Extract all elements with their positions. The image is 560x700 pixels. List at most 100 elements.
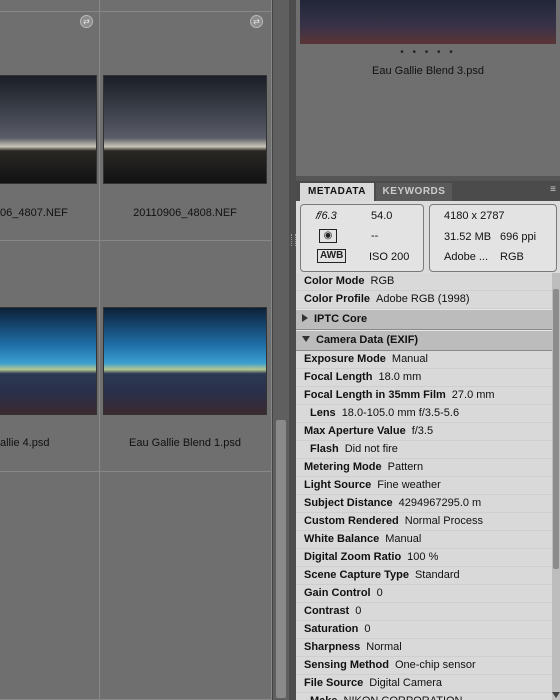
thumbnail-image[interactable] xyxy=(0,76,96,183)
metadata-value: One-chip sensor xyxy=(394,659,476,671)
metadata-row: Focal Length in 35mm Film 27.0 mm xyxy=(296,387,552,405)
grid-cell[interactable] xyxy=(0,472,100,700)
metadata-row: Focal Length 18.0 mm xyxy=(296,369,552,387)
preview-image[interactable] xyxy=(300,0,556,44)
exposure-compensation: -- xyxy=(371,230,379,242)
metadata-key: Subject Distance xyxy=(304,497,393,509)
metadata-key: White Balance xyxy=(304,533,380,545)
metadata-value: Normal Process xyxy=(404,515,483,527)
metadata-row: Lens 18.0-105.0 mm f/3.5-5.6 xyxy=(296,405,552,423)
metadata-scrollbar[interactable] xyxy=(552,273,560,700)
section-camera-data[interactable]: Camera Data (EXIF) xyxy=(296,330,552,351)
file-info-box: 4180 x 2787 31.52 MB 696 ppi Adobe ... R… xyxy=(429,204,557,272)
metadata-key: Focal Length xyxy=(304,371,373,383)
panel-menu-icon[interactable]: ≡ xyxy=(550,184,556,195)
thumbnail-cell[interactable]: Eau Gallie Blend 1.psd xyxy=(100,241,272,472)
metadata-row: MakeNIKON CORPORATION xyxy=(296,693,552,700)
metadata-key: Exposure Mode xyxy=(304,353,386,365)
section-iptc-core[interactable]: IPTC Core xyxy=(296,309,552,330)
tab-metadata[interactable]: METADATA xyxy=(300,183,374,201)
metadata-key: Custom Rendered xyxy=(304,515,399,527)
shutter-value: 54.0 xyxy=(371,210,393,222)
thumbnail-cell[interactable]: 20110906_4808.NEF xyxy=(100,12,272,241)
tab-keywords[interactable]: KEYWORDS xyxy=(376,183,452,201)
metadata-row: Exposure Mode Manual xyxy=(296,351,552,369)
preview-panel: • • • • • Eau Gallie Blend 3.psd xyxy=(296,0,560,176)
metadata-value: Digital Camera xyxy=(369,677,443,689)
metadata-value: Standard xyxy=(414,569,460,581)
metadata-key: Focal Length in 35mm Film xyxy=(304,389,446,401)
metadata-value: f/3.5 xyxy=(411,425,434,437)
dimensions: 4180 x 2787 xyxy=(444,210,505,222)
file-size: 31.52 MB xyxy=(444,231,492,243)
metadata-key: Lens xyxy=(310,407,336,419)
metadata-row: Scene Capture Type Standard xyxy=(296,567,552,585)
metadata-value: Did not fire xyxy=(344,443,398,455)
metadata-row: Flash Did not fire xyxy=(296,441,552,459)
aperture-value: 𝑓/6.3 xyxy=(315,210,337,222)
metadata-row: Max Aperture Value f/3.5 xyxy=(296,423,552,441)
white-balance-icon: AWB xyxy=(317,249,347,263)
resolution: 696 ppi xyxy=(500,231,537,243)
thumbnail-filename: allie 4.psd xyxy=(0,437,50,449)
metadata-value: NIKON CORPORATION xyxy=(338,695,463,700)
scrollbar-thumb[interactable] xyxy=(276,420,286,698)
scroll-down-arrow-icon[interactable] xyxy=(552,692,560,698)
grid-cell[interactable] xyxy=(100,472,272,700)
metadata-list: Color Mode RGB Color Profile Adobe RGB (19… xyxy=(296,273,552,700)
metadata-row: Digital Zoom Ratio 100 % xyxy=(296,549,552,567)
metadata-key: Digital Zoom Ratio xyxy=(304,551,402,563)
thumbnail-filename: 20110906_4808.NEF xyxy=(133,207,237,219)
metadata-value: 100 % xyxy=(407,551,439,563)
metadata-row: Color Mode RGB xyxy=(296,273,552,291)
metadata-key: Light Source xyxy=(304,479,372,491)
metadata-value: Manual xyxy=(391,353,428,365)
metadata-value: 0 xyxy=(364,623,371,635)
metadata-key: File Source xyxy=(304,677,364,689)
right-panel: • • • • • Eau Gallie Blend 3.psd METADAT… xyxy=(296,0,560,700)
panel-splitter[interactable] xyxy=(289,0,296,700)
panel-tabs: METADATA KEYWORDS ≡ xyxy=(296,181,560,201)
metadata-row: Metering Mode Pattern xyxy=(296,459,552,477)
collapse-triangle-icon[interactable] xyxy=(302,336,310,342)
metadata-row: Light Source Fine weather xyxy=(296,477,552,495)
iso-value: ISO 200 xyxy=(369,251,410,263)
metadata-row: Custom Rendered Normal Process xyxy=(296,513,552,531)
metadata-key: Flash xyxy=(310,443,339,455)
metadata-key: Sharpness xyxy=(304,641,361,653)
grid-cell[interactable] xyxy=(0,0,100,12)
grid-cell[interactable] xyxy=(100,0,272,12)
rating-dots[interactable]: • • • • • xyxy=(296,47,560,58)
exif-rows: Exposure Mode Manual Focal Length 18.0 mm Fo… xyxy=(296,351,552,700)
content-scrollbar[interactable] xyxy=(272,0,289,700)
thumbnail-image[interactable] xyxy=(104,76,266,183)
metadata-value: 18.0-105.0 mm f/3.5-5.6 xyxy=(341,407,460,419)
metadata-key: Scene Capture Type xyxy=(304,569,409,581)
metering-icon: ◉ xyxy=(319,229,337,243)
metadata-row: Sensing Method One-chip sensor xyxy=(296,657,552,675)
metadata-value: Normal xyxy=(366,641,402,653)
thumbnail-filename: 06_4807.NEF xyxy=(0,207,68,219)
metadata-value: Manual xyxy=(385,533,422,545)
thumbnail-cell[interactable]: allie 4.psd xyxy=(0,241,100,472)
metadata-row: Color Profile Adobe RGB (1998) xyxy=(296,291,552,309)
metadata-row: Subject Distance 4294967295.0 m xyxy=(296,495,552,513)
metadata-value: 0 xyxy=(355,605,362,617)
thumbnail-cell[interactable]: 06_4807.NEF xyxy=(0,12,100,241)
thumbnail-image[interactable] xyxy=(104,308,266,414)
metadata-row: Contrast 0 xyxy=(296,603,552,621)
metadata-value: 4294967295.0 m xyxy=(398,497,482,509)
color-profile-short: Adobe ... xyxy=(444,251,489,263)
metadata-row: File Source Digital Camera xyxy=(296,675,552,693)
scrollbar-thumb[interactable] xyxy=(553,289,559,569)
metadata-row: Gain Control 0 xyxy=(296,585,552,603)
color-mode-short: RGB xyxy=(500,251,524,263)
expand-triangle-icon[interactable] xyxy=(302,314,308,322)
metadata-key: Saturation xyxy=(304,623,359,635)
camera-settings-box: 𝑓/6.3 54.0 ◉ -- AWB ISO 200 xyxy=(300,204,424,272)
content-browser: ⇄ ⇄ 06_4807.NEF 20110906_4808.NEF allie … xyxy=(0,0,272,700)
metadata-value: 0 xyxy=(376,587,383,599)
thumbnail-image[interactable] xyxy=(0,308,96,414)
metadata-value: Pattern xyxy=(387,461,424,473)
metadata-row: Saturation 0 xyxy=(296,621,552,639)
